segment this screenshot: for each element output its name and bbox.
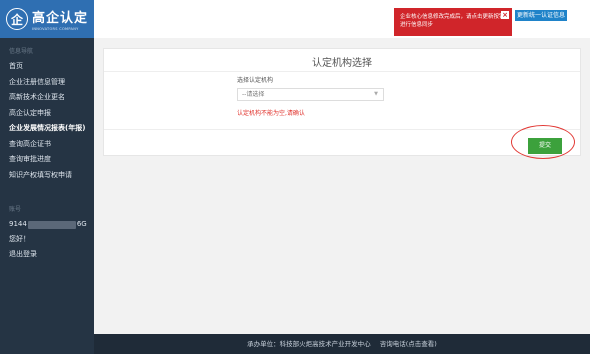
footer: 承办单位：科技部火炬高技术产业开发中心 咨询电话(点击查看) — [94, 334, 590, 354]
account-section-label: 账号 — [9, 206, 22, 213]
logo[interactable]: 企 高企认定 INNOVATORS COMPANY — [0, 0, 94, 38]
nav-section-label: 信息导航 — [9, 48, 34, 55]
brand-title: 高企认定 — [32, 11, 89, 26]
divider — [104, 71, 580, 72]
logo-icon: 企 — [6, 8, 28, 30]
footer-contact-link[interactable]: 咨询电话(点击查看) — [380, 340, 437, 348]
sidebar-item-annual-report[interactable]: 企业发展情况报表(年报) — [0, 121, 94, 137]
alert-text: 企业核心信息修改完成后，请点击更新按钮进行信息同步 — [400, 14, 505, 28]
account-id-suffix: 6G — [76, 220, 87, 228]
highlight-circle — [511, 125, 575, 159]
greeting: 您好！ — [9, 235, 30, 243]
page-title: 认定机构选择 — [312, 58, 372, 69]
sidebar-item-home[interactable]: 首页 — [0, 59, 94, 75]
sidebar-item-certificate-query[interactable]: 查询高企证书 — [0, 137, 94, 153]
account-id: 9144 6G — [0, 217, 94, 232]
footer-org: 承办单位：科技部火炬高技术产业开发中心 — [247, 340, 371, 348]
sidebar: 企 高企认定 INNOVATORS COMPANY 信息导航 首页 企业注册信息… — [0, 0, 94, 354]
sidebar-item-company-info[interactable]: 企业注册信息管理 — [0, 75, 94, 91]
validation-error: 认定机构不能为空,请确认 — [237, 110, 305, 117]
institution-select-panel: 认定机构选择 选择认定机构 --请选择 ▼ 认定机构不能为空,请确认 提交 — [103, 48, 581, 156]
divider — [104, 129, 580, 130]
sidebar-item-progress-query[interactable]: 查询审批进度 — [0, 152, 94, 168]
top-bar: 企业核心信息修改完成后，请点击更新按钮进行信息同步 × 更新统一认证信息 — [94, 0, 590, 38]
logout-link[interactable]: 退出登录 — [0, 247, 94, 262]
account-id-prefix: 9144 — [9, 220, 27, 228]
update-auth-info-button[interactable]: 更新统一认证信息 — [515, 10, 568, 21]
sync-alert: 企业核心信息修改完成后，请点击更新按钮进行信息同步 × — [394, 8, 512, 36]
field-label: 选择认定机构 — [237, 77, 274, 84]
sidebar-item-certification-apply[interactable]: 高企认定申报 — [0, 106, 94, 122]
chevron-down-icon: ▼ — [374, 91, 378, 97]
select-value: --请选择 — [242, 91, 265, 98]
sidebar-item-rename[interactable]: 高新技术企业更名 — [0, 90, 94, 106]
sidebar-item-ip-apply[interactable]: 知识产权填写权申请 — [0, 168, 94, 184]
redaction-mask — [27, 220, 76, 229]
brand-subtitle: INNOVATORS COMPANY — [32, 27, 79, 31]
close-icon[interactable]: × — [501, 11, 509, 19]
institution-select[interactable]: --请选择 ▼ — [237, 88, 384, 101]
